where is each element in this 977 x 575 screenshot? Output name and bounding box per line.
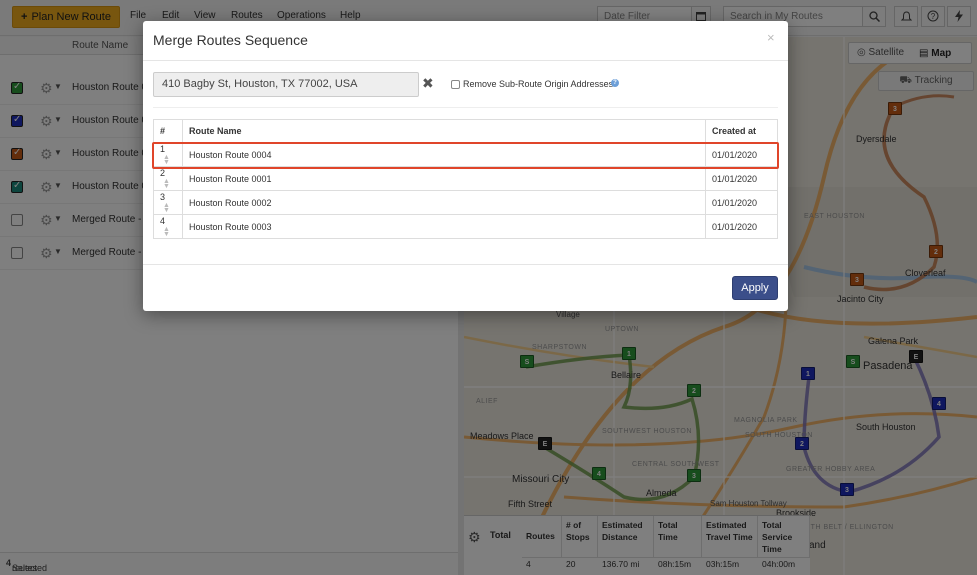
- drag-handle-icon[interactable]: ▲ ▼: [163, 202, 170, 214]
- table-row[interactable]: 4▲ ▼ Houston Route 0003 01/01/2020: [153, 214, 778, 239]
- row-order-cell[interactable]: 3▲ ▼: [153, 190, 183, 215]
- route-sequence-table: # Route Name Created at 1▲ ▼ Houston Route…: [153, 119, 778, 239]
- remove-sub-route-label: Remove Sub-Route Origin Addresses: [463, 79, 614, 89]
- table-row[interactable]: 2▲ ▼ Houston Route 0001 01/01/2020: [153, 166, 778, 191]
- column-number: #: [153, 119, 183, 143]
- table-row[interactable]: 1▲ ▼ Houston Route 0004 01/01/2020: [153, 142, 778, 167]
- row-order-cell[interactable]: 1▲ ▼: [153, 142, 183, 167]
- remove-sub-route-checkbox[interactable]: [451, 80, 460, 89]
- dialog-title: Merge Routes Sequence: [153, 32, 308, 48]
- merge-routes-dialog: Merge Routes Sequence × 410 Bagby St, Ho…: [143, 21, 788, 311]
- origin-address-field[interactable]: 410 Bagby St, Houston, TX 77002, USA: [153, 72, 419, 97]
- route-name-cell: Houston Route 0001: [182, 166, 706, 191]
- drag-handle-icon[interactable]: ▲ ▼: [163, 226, 170, 238]
- route-name-cell: Houston Route 0003: [182, 214, 706, 239]
- row-order-cell[interactable]: 4▲ ▼: [153, 214, 183, 239]
- drag-handle-icon[interactable]: ▲ ▼: [163, 178, 170, 190]
- help-icon[interactable]: ?: [611, 79, 619, 87]
- created-at-cell: 01/01/2020: [705, 166, 778, 191]
- row-number: 1: [160, 144, 166, 155]
- route-name-cell: Houston Route 0004: [182, 142, 706, 167]
- created-at-cell: 01/01/2020: [705, 214, 778, 239]
- route-name-cell: Houston Route 0002: [182, 190, 706, 215]
- created-at-cell: 01/01/2020: [705, 190, 778, 215]
- column-created-at: Created at: [705, 119, 778, 143]
- row-number: 3: [160, 192, 166, 203]
- apply-button[interactable]: Apply: [732, 276, 778, 300]
- row-number: 4: [160, 216, 166, 227]
- column-route-name: Route Name: [182, 119, 706, 143]
- clear-address-icon[interactable]: ✖: [422, 75, 434, 92]
- row-order-cell[interactable]: 2▲ ▼: [153, 166, 183, 191]
- created-at-cell: 01/01/2020: [705, 142, 778, 167]
- table-header-row: # Route Name Created at: [153, 119, 778, 143]
- close-icon[interactable]: ×: [767, 30, 775, 45]
- drag-handle-icon[interactable]: ▲ ▼: [163, 154, 170, 166]
- table-row[interactable]: 3▲ ▼ Houston Route 0002 01/01/2020: [153, 190, 778, 215]
- row-number: 2: [160, 168, 166, 179]
